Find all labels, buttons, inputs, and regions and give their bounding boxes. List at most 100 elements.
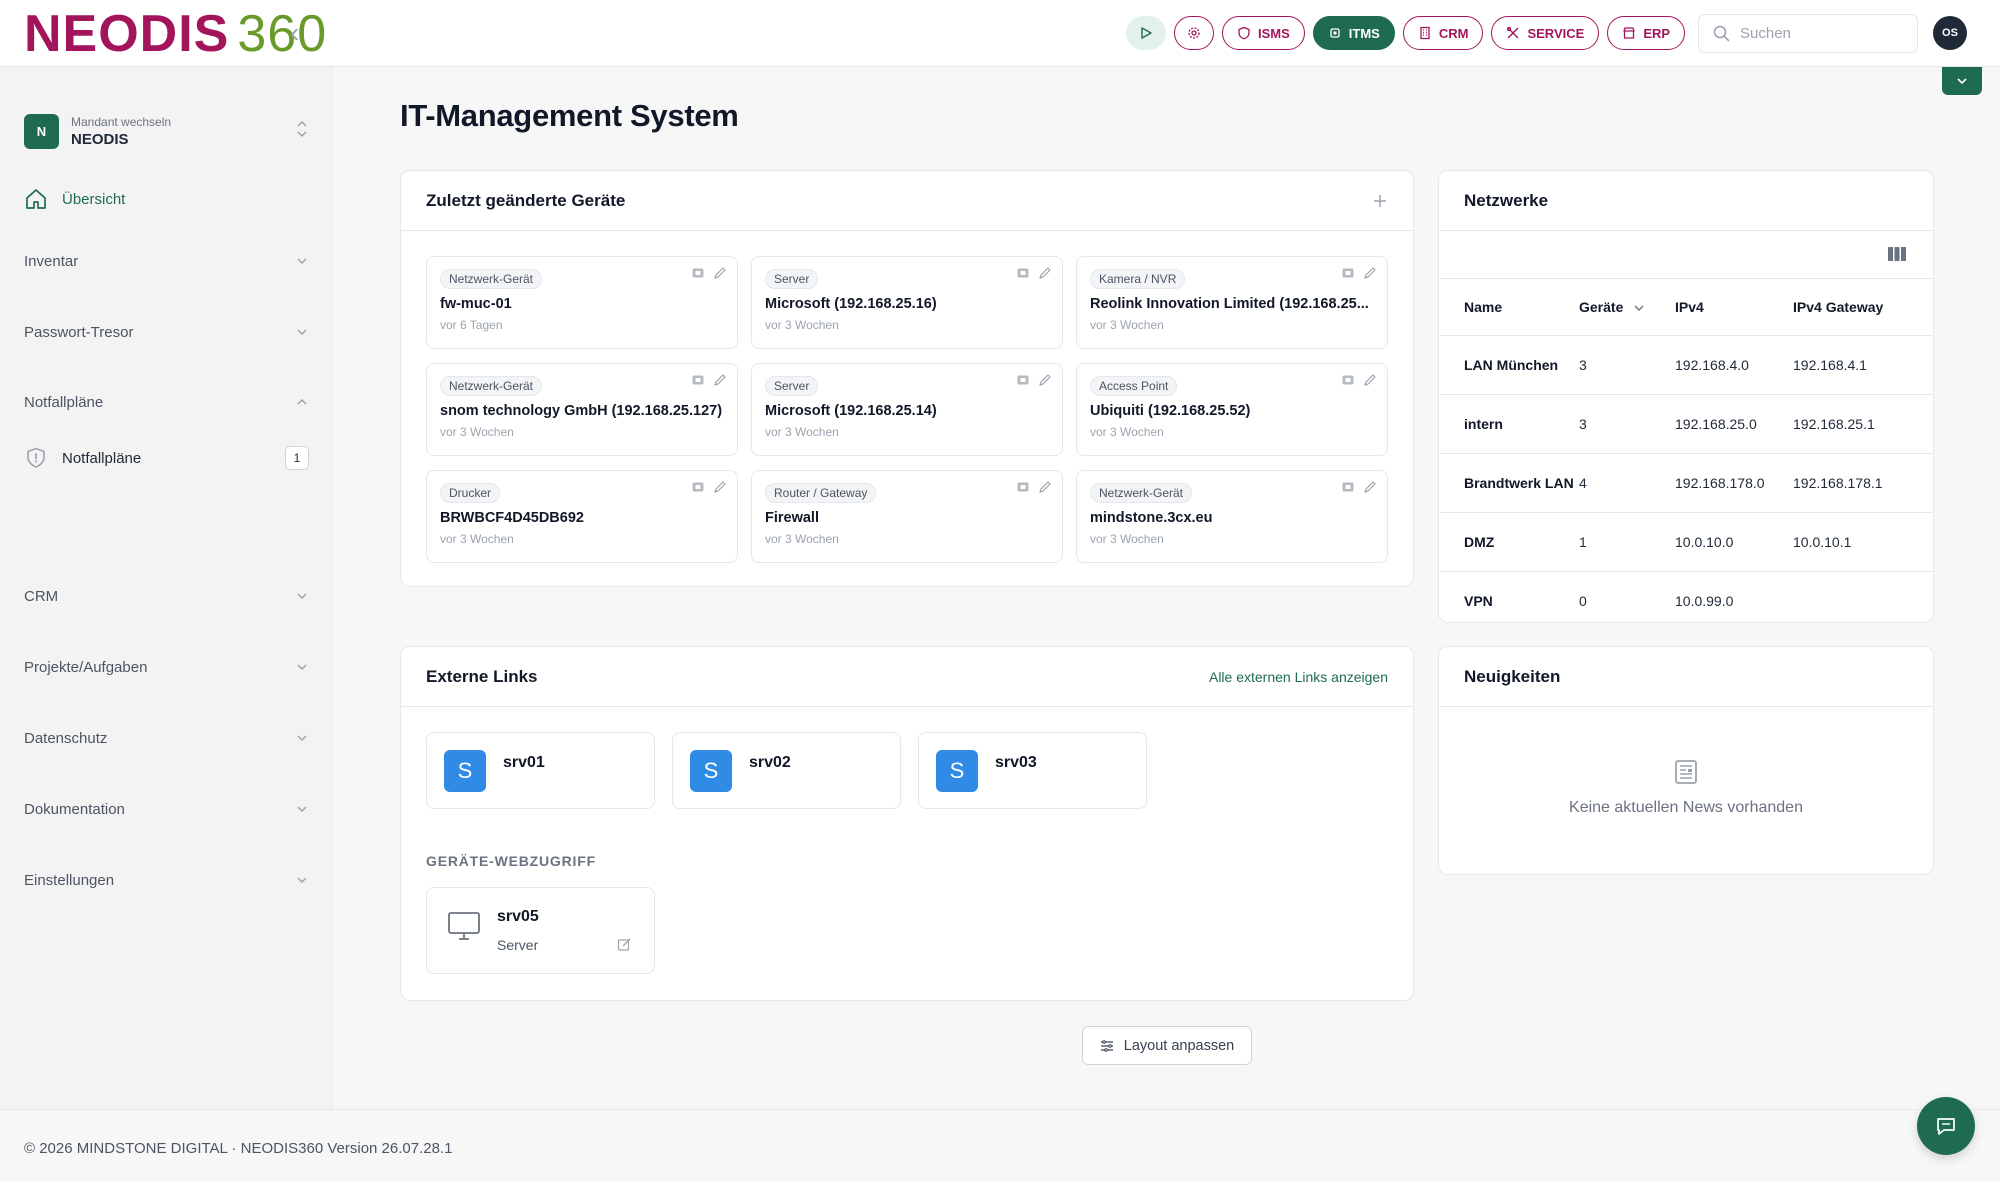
networks-table: Name Geräte IPv4 IPv4 Gateway LAN Münche…	[1439, 278, 1933, 631]
table-row[interactable]: intern 3 192.168.25.0 192.168.25.1	[1439, 394, 1933, 454]
column-header-ipv4[interactable]: IPv4	[1675, 278, 1793, 336]
edit-icon[interactable]	[713, 480, 727, 494]
edit-icon[interactable]	[1038, 480, 1052, 494]
settings-button[interactable]	[1174, 16, 1214, 50]
device-card[interactable]: Kamera / NVR Reolink Innovation Limited (…	[1076, 256, 1388, 349]
chip-icon[interactable]	[691, 480, 705, 494]
device-card[interactable]: Access Point Ubiquiti (192.168.25.52) vor …	[1076, 363, 1388, 456]
sidebar-section-label: Inventar	[24, 252, 79, 270]
user-avatar[interactable]: OS	[1933, 16, 1967, 50]
web-access-item[interactable]: srv05 Server	[426, 887, 655, 974]
sidebar-section-settings[interactable]: Einstellungen	[24, 865, 309, 895]
external-link-card[interactable]: Ssrv03	[918, 732, 1147, 809]
table-row[interactable]: Brandtwerk LAN 4 192.168.178.0 192.168.178.…	[1439, 453, 1933, 513]
sidebar-section-projects[interactable]: Projekte/Aufgaben	[24, 652, 309, 682]
table-row[interactable]: DMZ 1 10.0.10.0 10.0.10.1	[1439, 512, 1933, 572]
module-pill-label: SERVICE	[1527, 25, 1585, 41]
footer-text: © 2026 MINDSTONE DIGITAL · NEODIS360 Ver…	[24, 1140, 453, 1157]
edit-icon[interactable]	[1363, 480, 1377, 494]
chip-icon[interactable]	[1016, 373, 1030, 387]
show-all-links-link[interactable]: Alle externen Links anzeigen	[1209, 669, 1388, 685]
news-empty-text: Keine aktuellen News vorhanden	[1569, 799, 1803, 816]
device-name: snom technology GmbH (192.168.25.127)	[440, 403, 723, 419]
ipv4-gateway-cell	[1793, 572, 1933, 631]
sidebar-item-overview[interactable]: Übersicht	[24, 187, 125, 211]
sidebar-section-label: Einstellungen	[24, 871, 115, 889]
plus-icon[interactable]	[1372, 193, 1388, 209]
chip-icon[interactable]	[691, 373, 705, 387]
sliders-icon	[1100, 1039, 1113, 1052]
edit-icon[interactable]	[1363, 373, 1377, 387]
edit-icon[interactable]	[1363, 266, 1377, 280]
device-name: fw-muc-01	[440, 296, 512, 312]
device-card[interactable]: Netzwerk-Gerät fw-muc-01 vor 6 Tagen	[426, 256, 738, 349]
news-card: Neuigkeiten Keine aktuellen News vorhand…	[1438, 646, 1934, 875]
ipv4-cell: 192.168.4.0	[1675, 335, 1793, 395]
edit-icon[interactable]	[713, 266, 727, 280]
external-link-card[interactable]: Ssrv01	[426, 732, 655, 809]
column-header-devices[interactable]: Geräte	[1579, 278, 1675, 336]
search-input[interactable]	[1740, 25, 1900, 42]
column-header-ipv4-gateway[interactable]: IPv4 Gateway	[1793, 278, 1933, 336]
device-card[interactable]: Netzwerk-Gerät mindstone.3cx.eu vor 3 Woch…	[1076, 470, 1388, 563]
customize-layout-button[interactable]: Layout anpassen	[1082, 1026, 1252, 1065]
chip-icon[interactable]	[1016, 266, 1030, 280]
news-empty-state: Keine aktuellen News vorhanden	[1439, 759, 1933, 817]
external-links-list: Ssrv01 Ssrv02 Ssrv03	[426, 732, 1147, 809]
chat-icon	[1937, 1118, 1955, 1135]
tenant-switcher[interactable]: N Mandant wechseln NEODIS	[24, 107, 309, 155]
sidebar-section-emergency-plans[interactable]: Notfallpläne	[24, 387, 309, 417]
chip-icon[interactable]	[1341, 373, 1355, 387]
chevron-down-icon	[297, 735, 307, 742]
sidebar-section-password-vault[interactable]: Passwort-Tresor	[24, 317, 309, 347]
device-count-cell: 3	[1579, 335, 1675, 395]
card-title: Netzwerke	[1464, 190, 1549, 210]
web-access-name: srv05	[497, 908, 539, 925]
edit-icon[interactable]	[713, 373, 727, 387]
device-type-tag: Netzwerk-Gerät	[440, 376, 543, 396]
sidebar-section-documentation[interactable]: Dokumentation	[24, 794, 309, 824]
module-pill-crm[interactable]: CRM	[1402, 16, 1484, 50]
network-name-cell: intern	[1439, 394, 1579, 454]
device-timestamp: vor 3 Wochen	[765, 532, 839, 546]
module-pill-erp[interactable]: ERP	[1607, 16, 1686, 50]
logo[interactable]: NEODIS 360	[24, 8, 327, 60]
chip-icon[interactable]	[691, 266, 705, 280]
device-card[interactable]: Netzwerk-Gerät snom technology GmbH (192.…	[426, 363, 738, 456]
edit-icon[interactable]	[1038, 373, 1052, 387]
module-pill-isms[interactable]: ISMS	[1222, 16, 1305, 50]
sidebar-item-emergency-plans[interactable]: Notfallpläne 1	[24, 443, 309, 473]
link-name: srv03	[995, 754, 1037, 771]
edit-icon[interactable]	[1038, 266, 1052, 280]
device-type-tag: Access Point	[1090, 376, 1178, 396]
sidebar-section-crm[interactable]: CRM	[24, 581, 309, 611]
device-card[interactable]: Server Microsoft (192.168.25.16) vor 3 Woc…	[751, 256, 1063, 349]
edit-icon[interactable]	[617, 937, 632, 952]
card-title: Neuigkeiten	[1464, 666, 1561, 686]
table-row[interactable]: VPN 0 10.0.99.0	[1439, 572, 1933, 631]
columns-icon[interactable]	[1887, 246, 1907, 262]
table-header-row: Name Geräte IPv4 IPv4 Gateway	[1439, 278, 1933, 336]
device-card[interactable]: Router / Gateway Firewall vor 3 Wochen	[751, 470, 1063, 563]
table-row[interactable]: LAN München 3 192.168.4.0 192.168.4.1	[1439, 335, 1933, 395]
play-button[interactable]	[1126, 16, 1166, 50]
device-card[interactable]: Server Microsoft (192.168.25.14) vor 3 Woc…	[751, 363, 1063, 456]
chat-button[interactable]	[1917, 1097, 1975, 1155]
ipv4-cell: 192.168.25.0	[1675, 394, 1793, 454]
search-box	[1698, 14, 1918, 53]
sidebar-collapse-button[interactable]: ‹	[290, 18, 310, 48]
module-pill-itms[interactable]: ITMS	[1312, 16, 1395, 50]
chip-icon[interactable]	[1341, 266, 1355, 280]
device-type-tag: Kamera / NVR	[1090, 269, 1186, 289]
external-link-card[interactable]: Ssrv02	[672, 732, 901, 809]
device-timestamp: vor 3 Wochen	[1090, 425, 1164, 439]
column-header-name[interactable]: Name	[1439, 278, 1579, 336]
sidebar-section-inventory[interactable]: Inventar	[24, 246, 309, 276]
chip-icon[interactable]	[1016, 480, 1030, 494]
module-pill-service[interactable]: SERVICE	[1491, 16, 1600, 50]
building-icon	[1420, 26, 1430, 40]
header-toggle-button[interactable]	[1942, 67, 1982, 95]
device-card[interactable]: Drucker BRWBCF4D45DB692 vor 3 Wochen	[426, 470, 738, 563]
chip-icon[interactable]	[1341, 480, 1355, 494]
sidebar-section-data-protection[interactable]: Datenschutz	[24, 723, 309, 753]
